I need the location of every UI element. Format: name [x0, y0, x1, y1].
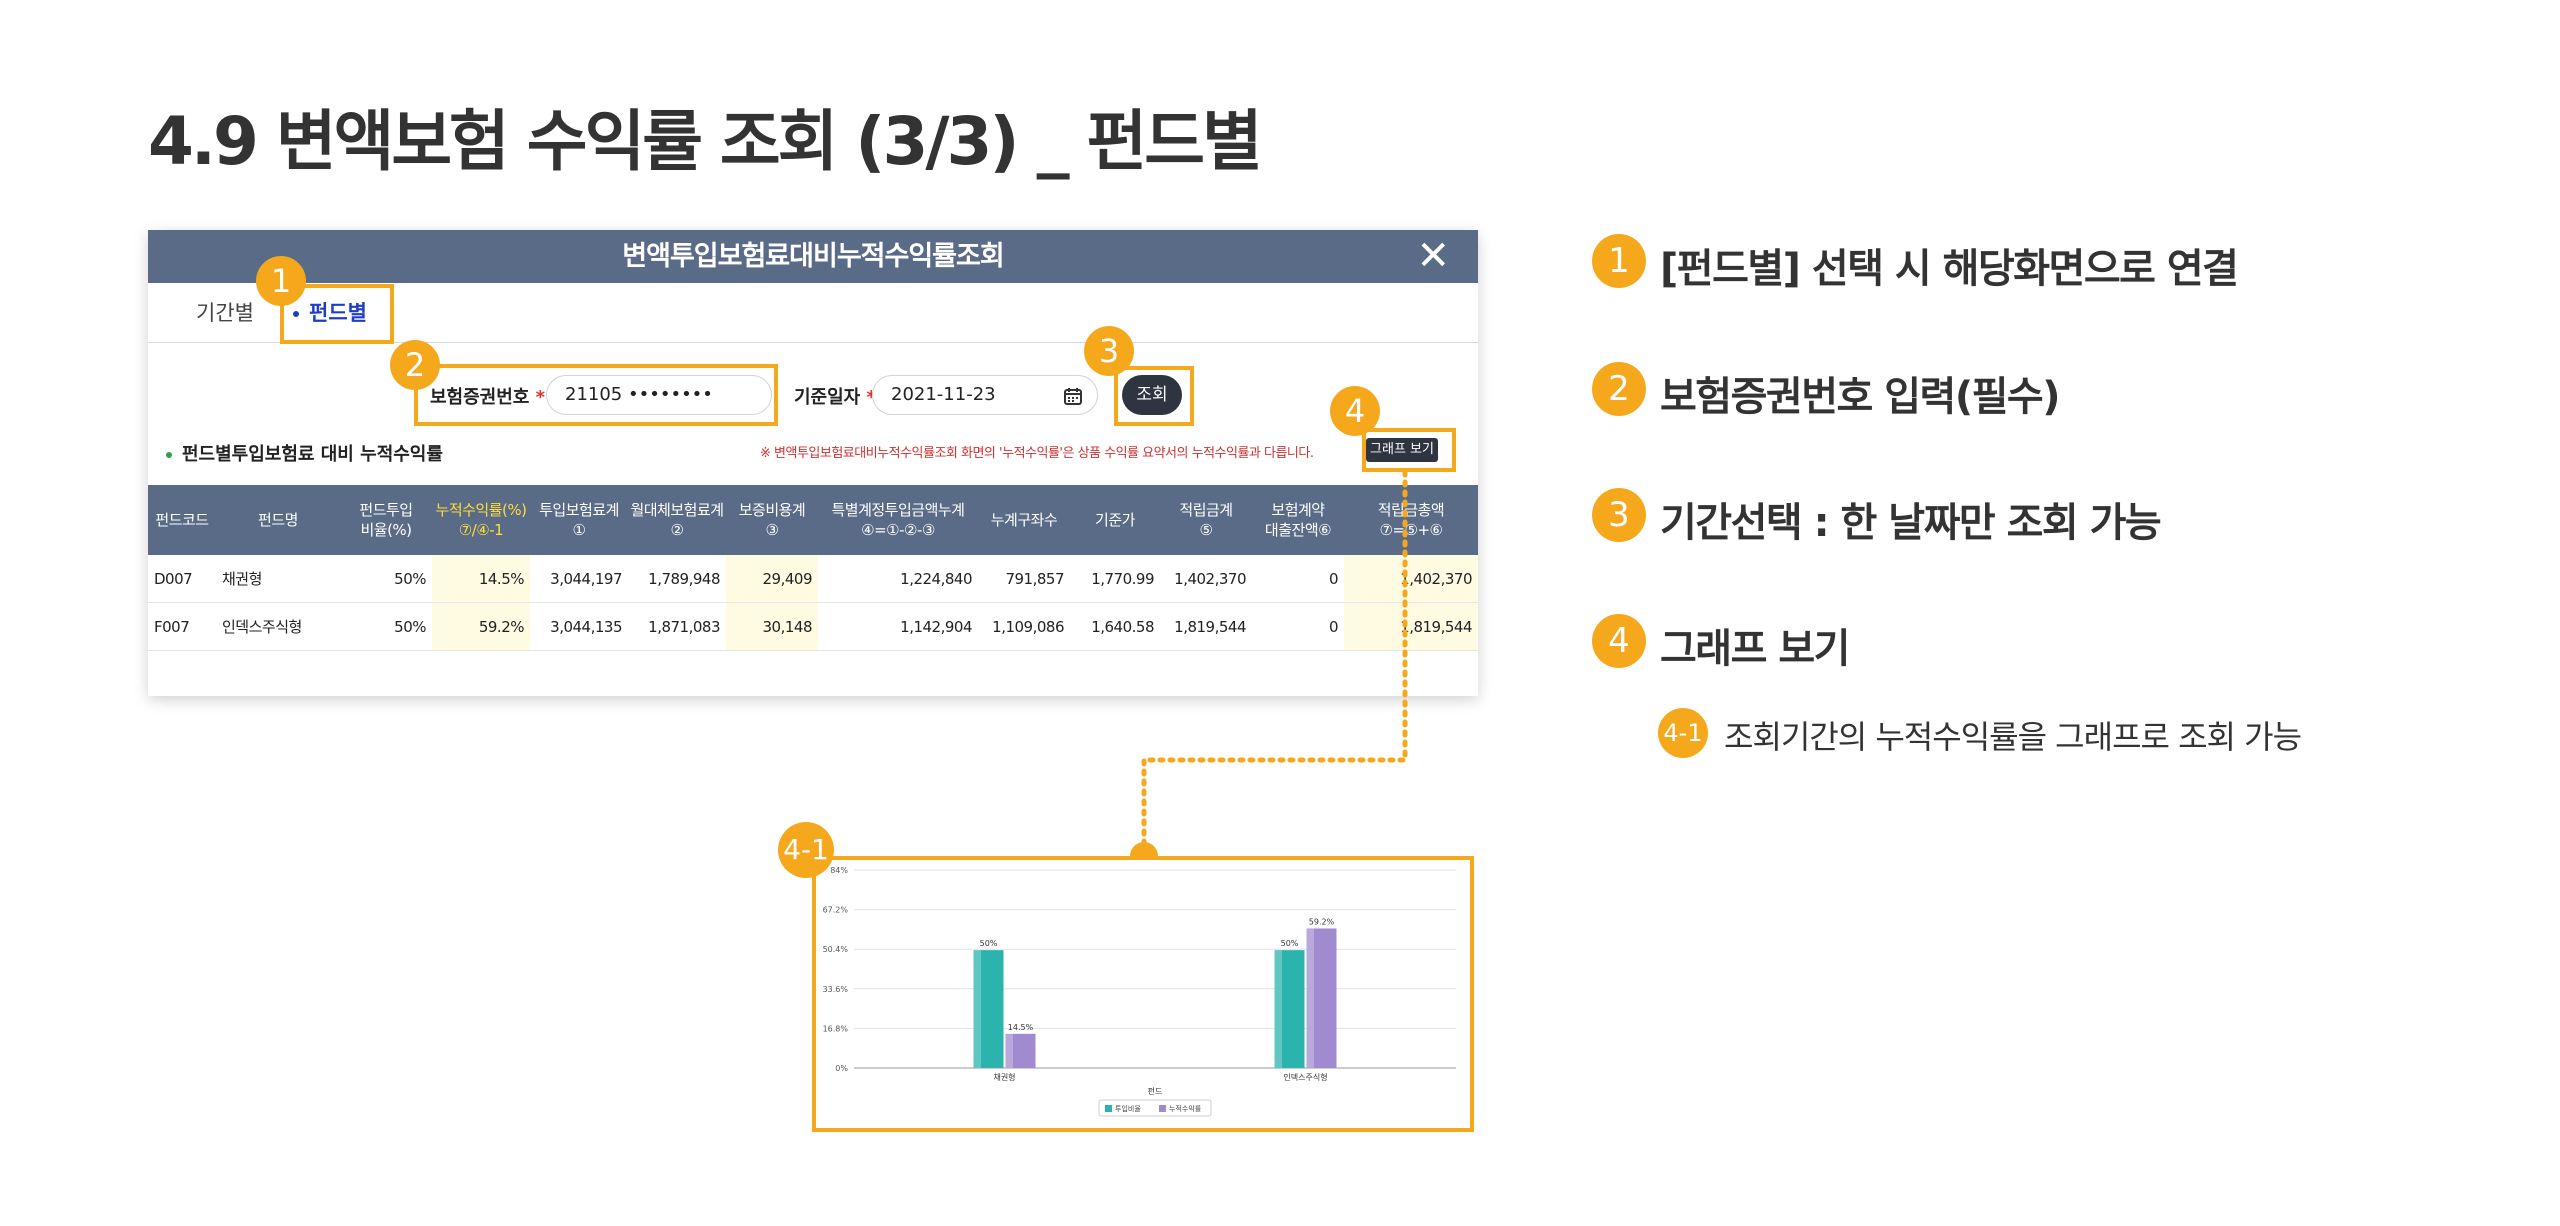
data-label: 59.2% — [1309, 917, 1335, 926]
bar-highlight — [1274, 950, 1282, 1068]
chart-svg: 0% 16.8% 33.6% 50.4% 67.2% 84% 50% 14.5% 채권형 50% 5… — [823, 866, 1456, 1117]
sub-desc-text: 조회기간의 누적수익률을 그래프로 조회 가능 — [1724, 718, 2302, 756]
desc-badge-4: 4 — [1592, 614, 1646, 668]
y-tick-label: 84% — [830, 866, 848, 875]
y-tick-label: 67.2% — [823, 906, 849, 915]
sub-desc-badge: 4-1 — [1658, 708, 1708, 758]
desc-text-2: 보험증권번호 입력(필수) — [1660, 374, 2061, 420]
legend-swatch — [1105, 1105, 1112, 1112]
desc-text-4: 그래프 보기 — [1660, 626, 1850, 672]
data-label: 50% — [980, 939, 998, 948]
x-axis-label: 펀드 — [1148, 1087, 1163, 1096]
x-tick-label: 채권형 — [993, 1072, 1015, 1082]
desc-text-1: [펀드별] 선택 시 해당화면으로 연결 — [1660, 246, 2239, 292]
data-label: 50% — [1281, 939, 1299, 948]
bar-highlight — [973, 950, 981, 1068]
legend-swatch — [1159, 1105, 1166, 1112]
y-tick-label: 33.6% — [823, 985, 849, 994]
desc-badge-3: 3 — [1592, 488, 1646, 542]
data-label: 14.5% — [1008, 1023, 1034, 1032]
x-tick-label: 인덱스주식형 — [1283, 1072, 1327, 1082]
desc-badge-1: 1 — [1592, 234, 1646, 288]
y-tick-label: 50.4% — [823, 945, 849, 954]
callout-badge-4-1: 4-1 — [778, 822, 834, 878]
fund-return-chart: 0% 16.8% 33.6% 50.4% 67.2% 84% 50% 14.5% 채권형 50% 5… — [812, 856, 1474, 1132]
bar-highlight — [1005, 1033, 1013, 1068]
bar-highlight — [1306, 928, 1314, 1068]
legend-label: 누적수익률 — [1169, 1104, 1202, 1113]
desc-text-3: 기간선택 : 한 날짜만 조회 가능 — [1660, 500, 2162, 546]
desc-badge-2: 2 — [1592, 362, 1646, 416]
y-tick-label: 16.8% — [823, 1024, 849, 1033]
y-tick-label: 0% — [835, 1064, 848, 1073]
legend-label: 투입비율 — [1115, 1104, 1141, 1113]
